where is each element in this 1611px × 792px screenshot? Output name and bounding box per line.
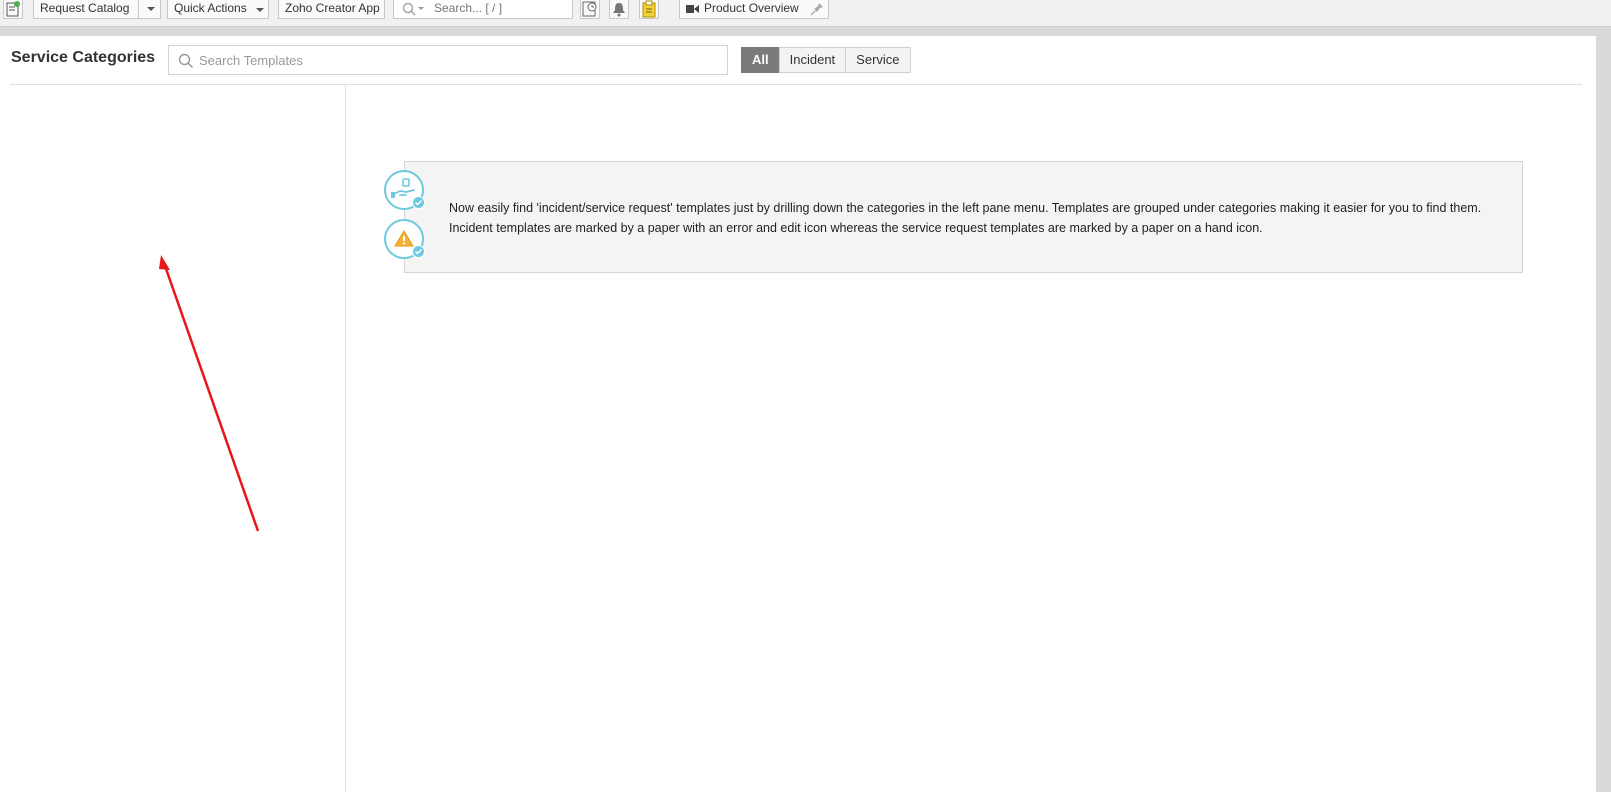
- clipboard-icon[interactable]: [639, 0, 659, 19]
- template-search-placeholder: Search Templates: [199, 53, 303, 68]
- pin-icon[interactable]: [810, 2, 824, 16]
- top-toolbar: Request Catalog Quick Actions Zoho Creat…: [0, 0, 1611, 27]
- request-catalog-button[interactable]: Request Catalog: [33, 0, 161, 19]
- new-request-icon[interactable]: [3, 0, 23, 19]
- search-icon: [402, 2, 424, 16]
- filter-all-button[interactable]: All: [741, 47, 780, 73]
- filter-service-button[interactable]: Service: [845, 47, 911, 73]
- product-overview-button[interactable]: Product Overview: [679, 0, 829, 19]
- quick-actions-button[interactable]: Quick Actions: [167, 0, 269, 19]
- request-catalog-dropdown[interactable]: [138, 0, 160, 19]
- search-icon: [178, 53, 193, 68]
- info-message-box: Now easily find 'incident/service reques…: [404, 161, 1523, 273]
- zoho-creator-label: Zoho Creator App: [285, 1, 380, 15]
- filter-incident-button[interactable]: Incident: [778, 47, 847, 73]
- template-search-input[interactable]: Search Templates: [168, 45, 728, 75]
- reminder-clock-icon[interactable]: [580, 0, 600, 19]
- video-camera-icon: [686, 5, 699, 13]
- global-search-input[interactable]: Search... [ / ]: [393, 0, 573, 19]
- bell-icon[interactable]: [609, 0, 629, 19]
- page-title: Service Categories: [11, 49, 156, 66]
- chevron-down-icon: [147, 7, 155, 11]
- pane-divider: [345, 85, 346, 792]
- check-badge-icon: [412, 196, 425, 209]
- warning-paper-icon: [384, 219, 425, 259]
- template-filter-group: All Incident Service: [741, 47, 911, 73]
- service-categories-panel: Service Categories Search Templates All …: [0, 36, 1596, 792]
- quick-actions-label: Quick Actions: [174, 1, 247, 15]
- request-catalog-label: Request Catalog: [40, 1, 130, 15]
- annotation-arrow-icon: [159, 255, 260, 532]
- product-overview-label: Product Overview: [704, 1, 799, 15]
- check-badge-icon: [412, 245, 425, 258]
- zoho-creator-app-button[interactable]: Zoho Creator App: [278, 0, 385, 19]
- global-search-placeholder: Search... [ / ]: [434, 1, 503, 15]
- info-message-text: Now easily find 'incident/service reques…: [449, 201, 1482, 235]
- chevron-down-icon: [256, 8, 264, 12]
- hand-paper-icon: [384, 170, 425, 210]
